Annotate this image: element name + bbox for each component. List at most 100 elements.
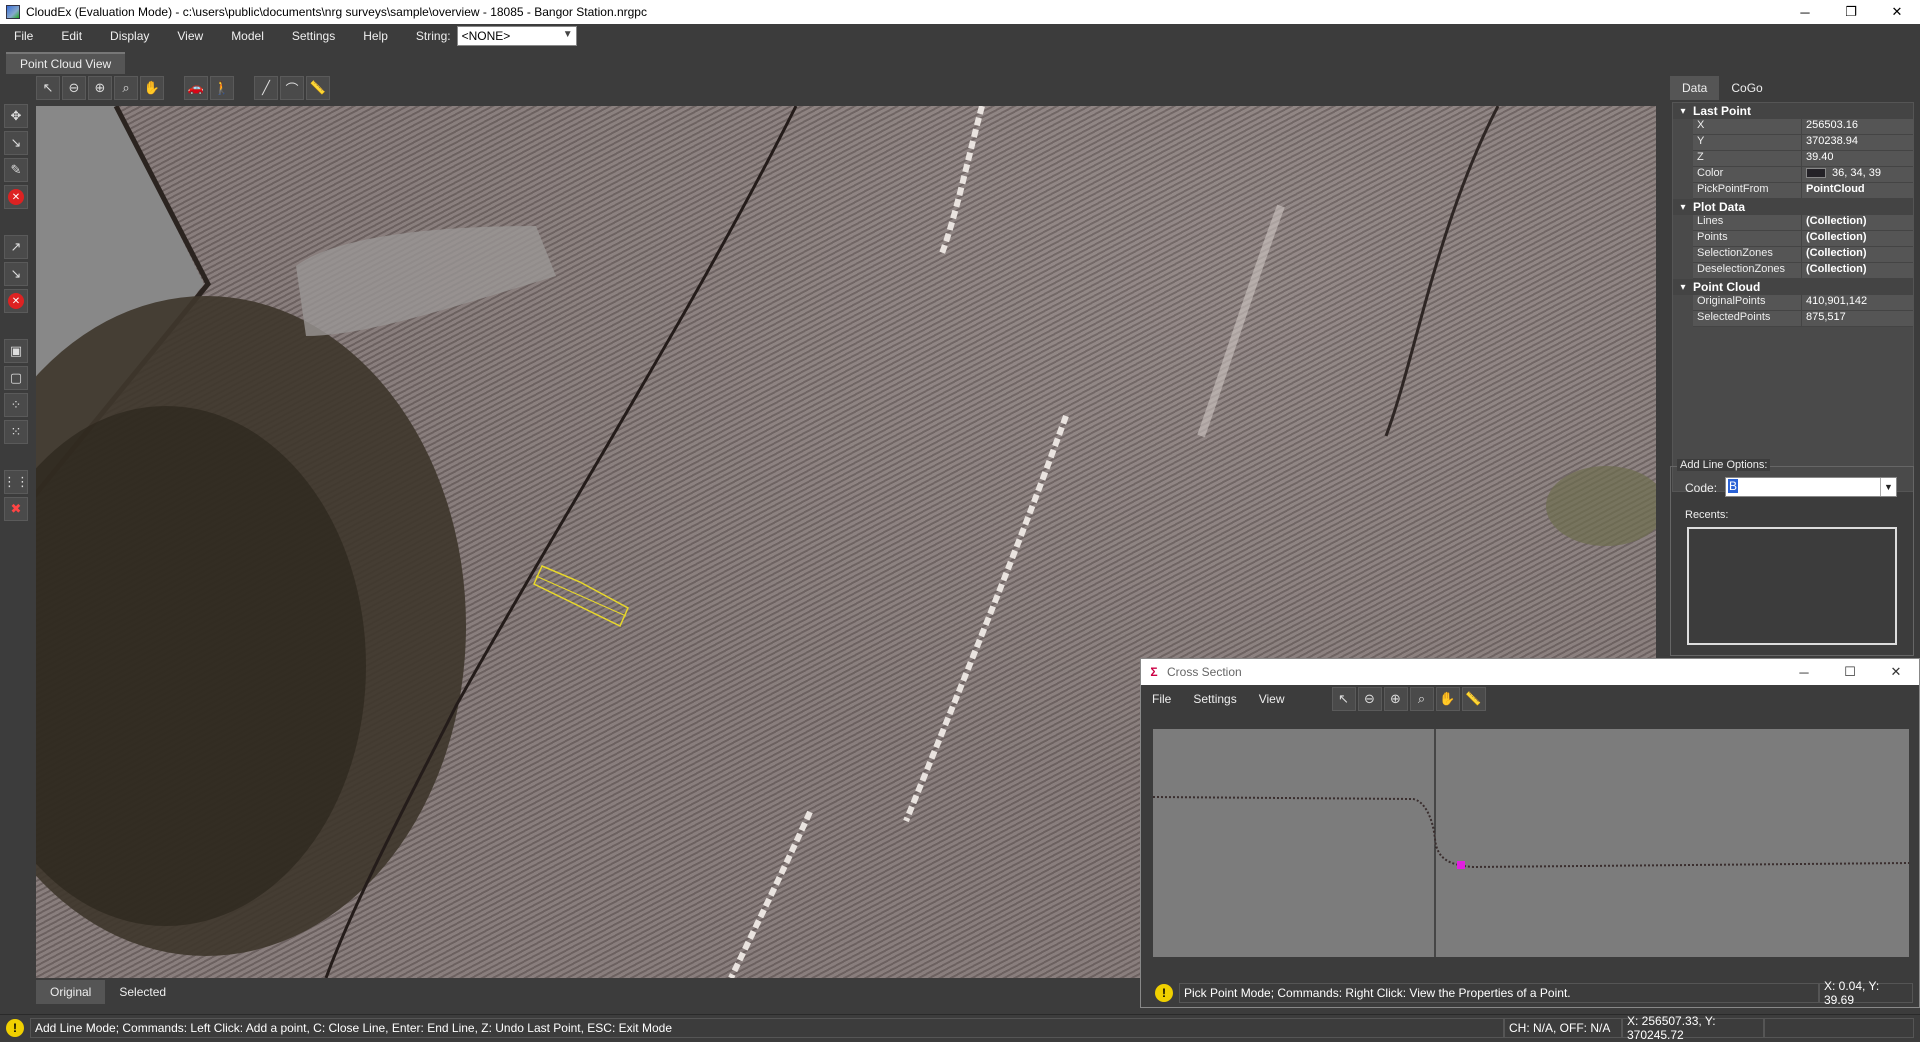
tab-selected[interactable]: Selected (105, 980, 180, 1004)
string-select-value: <NONE> (461, 29, 511, 43)
collapse-icon[interactable]: ▾ (1673, 202, 1693, 213)
tab-original[interactable]: Original (36, 980, 106, 1004)
edit-point-icon[interactable]: ↘ (4, 262, 28, 286)
property-row[interactable]: Y 370238.94 (1673, 135, 1913, 151)
deselect-points-icon[interactable]: ⁙ (4, 420, 28, 444)
document-tabstrip: Point Cloud View (0, 48, 1670, 74)
property-row[interactable]: Color 36, 34, 39 (1673, 167, 1913, 183)
measure-ruler-icon[interactable]: 📏 (1461, 687, 1486, 711)
add-line-options: Add Line Options: Code: B ▼ Recents: (1670, 459, 1914, 656)
zoom-out-icon[interactable]: ⊖ (62, 76, 86, 100)
pavement-patch (296, 226, 556, 336)
recents-label: Recents: (1685, 509, 1729, 521)
cross-section-app-icon: Ʃ (1150, 665, 1158, 679)
cs-close-button[interactable]: ✕ (1873, 664, 1919, 680)
zoom-in-icon[interactable]: ⊕ (88, 76, 112, 100)
select-points-icon[interactable]: ⁘ (4, 393, 28, 417)
lane-marking-bottom (728, 810, 813, 978)
menu-settings[interactable]: Settings (278, 29, 349, 43)
property-row[interactable]: Lines (Collection) (1673, 215, 1913, 231)
string-label: String: (415, 29, 451, 43)
property-row[interactable]: SelectionZones (Collection) (1673, 247, 1913, 263)
cross-section-menubar: File Settings View ↖ ⊖ ⊕ ⌕ ✋ 📏 (1141, 685, 1919, 713)
pan-hand-icon[interactable]: ✋ (140, 76, 164, 100)
property-row[interactable]: DeselectionZones (Collection) (1673, 263, 1913, 279)
grid-points-icon[interactable]: ⋮⋮ (3, 470, 29, 494)
cross-section-plot[interactable] (1152, 729, 1910, 957)
app-icon (6, 5, 20, 19)
cross-section-profile (1152, 729, 1910, 957)
picked-point-marker[interactable] (1457, 861, 1465, 869)
edit-line-icon[interactable]: ✎ (4, 158, 28, 182)
cs-menu-view[interactable]: View (1248, 692, 1296, 706)
cross-section-toolbar: ↖ ⊖ ⊕ ⌕ ✋ 📏 (1331, 687, 1486, 711)
color-swatch (1806, 168, 1826, 179)
category-plot-data[interactable]: ▾ Plot Data (1673, 199, 1913, 215)
menu-bar: File Edit Display View Model Settings He… (0, 24, 1920, 48)
collapse-icon[interactable]: ▾ (1673, 106, 1693, 117)
menu-model[interactable]: Model (217, 29, 278, 43)
move-icon[interactable]: ✥ (4, 104, 28, 128)
measure-ruler-icon[interactable]: 📏 (306, 76, 330, 100)
property-row[interactable]: SelectedPoints 875,517 (1673, 311, 1913, 327)
cross-section-statusbar: ! Pick Point Mode; Commands: Right Click… (1149, 979, 1919, 1007)
delete-line-icon[interactable]: ✕ (4, 185, 28, 209)
property-row[interactable]: X 256503.16 (1673, 119, 1913, 135)
profile-points (1152, 796, 1910, 869)
cross-section-title: Cross Section (1167, 665, 1242, 679)
zoom-window-icon[interactable]: ⌕ (1409, 687, 1434, 711)
zoom-in-icon[interactable]: ⊕ (1383, 687, 1408, 711)
clear-points-icon[interactable]: ✖ (4, 497, 28, 521)
category-last-point[interactable]: ▾ Last Point (1673, 103, 1913, 119)
close-button[interactable]: ✕ (1874, 0, 1920, 24)
menu-help[interactable]: Help (349, 29, 402, 43)
pan-hand-icon[interactable]: ✋ (1435, 687, 1460, 711)
property-row[interactable]: Points (Collection) (1673, 231, 1913, 247)
cs-menu-settings[interactable]: Settings (1182, 692, 1247, 706)
code-label: Code: (1685, 481, 1718, 495)
category-point-cloud[interactable]: ▾ Point Cloud (1673, 279, 1913, 295)
property-row[interactable]: Z 39.40 (1673, 151, 1913, 167)
cs-maximize-button[interactable]: ☐ (1827, 664, 1873, 680)
drive-mode-icon[interactable]: 🚗 (184, 76, 208, 100)
menu-display[interactable]: Display (96, 29, 163, 43)
select-arrow-icon[interactable]: ↖ (1331, 687, 1356, 711)
tab-cogo[interactable]: CoGo (1719, 76, 1774, 100)
collapse-icon[interactable]: ▾ (1673, 282, 1693, 293)
property-row[interactable]: PickPointFrom PointCloud (1673, 183, 1913, 199)
property-grid: ▾ Last Point X 256503.16 Y 370238.94 Z 39.40… (1672, 102, 1914, 492)
add-point-icon[interactable]: ↗ (4, 235, 28, 259)
menu-view[interactable]: View (163, 29, 217, 43)
cs-menu-file[interactable]: File (1141, 692, 1182, 706)
profile-icon[interactable]: ⌒ (280, 76, 304, 100)
cross-section-window: Ʃ Cross Section ─ ☐ ✕ File Settings View… (1140, 658, 1920, 1008)
title-bar: CloudEx (Evaluation Mode) - c:\users\pub… (0, 0, 1920, 24)
curb-line-right (1384, 106, 1500, 437)
code-combobox[interactable]: B ▼ (1725, 477, 1897, 497)
select-arrow-icon[interactable]: ↖ (36, 76, 60, 100)
lane-marking-faint (1197, 204, 1285, 438)
property-row[interactable]: OriginalPoints 410,901,142 (1673, 295, 1913, 311)
tab-data[interactable]: Data (1670, 76, 1720, 100)
minimize-button[interactable]: ─ (1782, 0, 1828, 24)
selection-zone-icon[interactable]: ▣ (4, 339, 28, 363)
zoom-out-icon[interactable]: ⊖ (1357, 687, 1382, 711)
tab-point-cloud-view[interactable]: Point Cloud View (6, 52, 126, 74)
chevron-down-icon[interactable]: ▼ (1880, 478, 1896, 496)
delete-point-icon[interactable]: ✕ (4, 289, 28, 313)
cs-minimize-button[interactable]: ─ (1781, 665, 1827, 680)
deselection-zone-icon[interactable]: ▢ (4, 366, 28, 390)
lane-marking-centre (903, 414, 1069, 823)
warning-icon: ! (6, 1018, 24, 1037)
zoom-window-icon[interactable]: ⌕ (114, 76, 138, 100)
status-coordinates: X: 256507.33, Y: 370245.72 (1622, 1014, 1764, 1042)
menu-edit[interactable]: Edit (47, 29, 96, 43)
view-tabs: Original Selected (36, 980, 180, 1004)
string-select[interactable]: <NONE> ▼ (456, 26, 577, 46)
cross-section-line-icon[interactable]: ╱ (254, 76, 278, 100)
restore-button[interactable]: ❐ (1828, 0, 1874, 24)
recents-list[interactable] (1687, 527, 1897, 645)
walk-mode-icon[interactable]: 🚶 (210, 76, 234, 100)
add-line-icon[interactable]: ↘ (4, 131, 28, 155)
menu-file[interactable]: File (0, 29, 47, 43)
